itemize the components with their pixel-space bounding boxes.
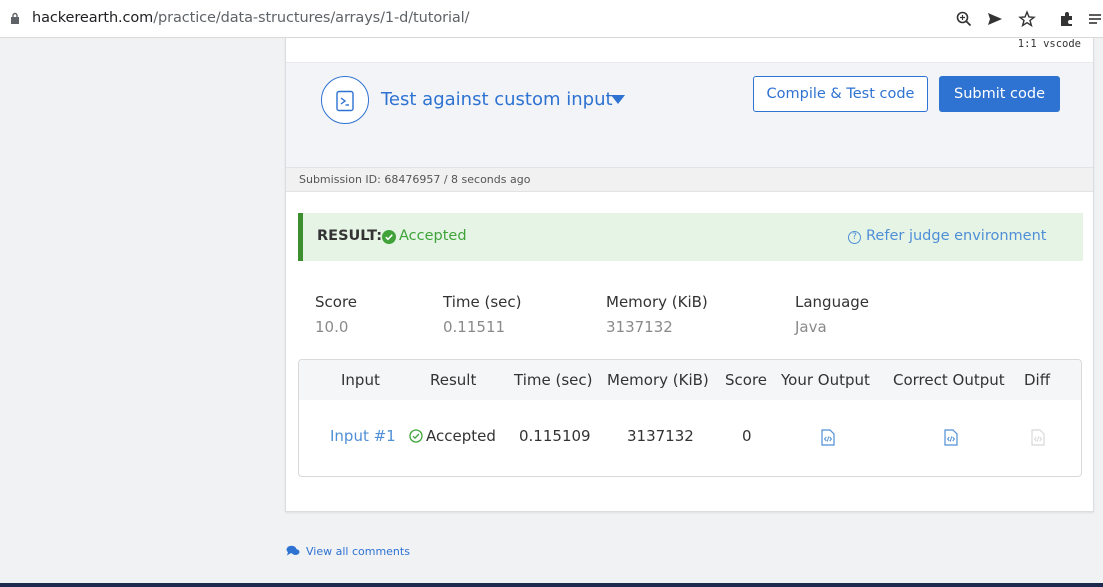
correct-output-file-icon[interactable] — [944, 429, 958, 446]
refer-judge-link[interactable]: ? Refer judge environment — [848, 228, 1046, 244]
summary-language: Language Java — [795, 293, 870, 336]
col-your-output: Your Output — [781, 371, 870, 389]
help-icon: ? — [848, 231, 861, 244]
col-memory: Memory (KiB) — [607, 371, 709, 389]
submission-info-bar: Submission ID: 68476957 / 8 seconds ago — [286, 167, 1093, 192]
result-label: RESULT: — [317, 228, 383, 244]
row-score: 0 — [742, 427, 752, 445]
extensions-icon[interactable] — [1058, 10, 1076, 28]
editor-status: 1:1 vscode — [1017, 38, 1081, 50]
zoom-icon[interactable] — [955, 10, 973, 28]
compile-test-button[interactable]: Compile & Test code — [753, 76, 928, 112]
input-link[interactable]: Input #1 — [330, 427, 396, 445]
custom-input-bar: Test against custom input Compile & Test… — [286, 62, 1093, 172]
row-time: 0.115109 — [519, 427, 591, 445]
bookmark-star-icon[interactable] — [1018, 10, 1036, 28]
comments-icon — [286, 545, 300, 556]
col-input: Input — [341, 371, 380, 389]
submission-info: Submission ID: 68476957 / 8 seconds ago — [299, 173, 531, 186]
row-result: Accepted — [426, 427, 496, 445]
diff-file-icon — [1031, 429, 1045, 446]
terminal-toggle[interactable] — [321, 76, 369, 124]
row-memory: 3137132 — [627, 427, 694, 445]
summary-memory: Memory (KiB) 3137132 — [606, 293, 708, 336]
url-field[interactable]: hackerearth.com/practice/data-structures… — [32, 10, 469, 26]
your-output-file-icon[interactable] — [821, 429, 835, 446]
col-result: Result — [430, 371, 477, 389]
result-banner: RESULT: Accepted ? Refer judge environmen… — [298, 213, 1083, 261]
submission-panel: 1:1 vscode Test against custom input Com… — [285, 38, 1094, 512]
col-correct-output: Correct Output — [893, 371, 1005, 389]
check-circle-icon — [382, 230, 396, 244]
check-circle-outline-icon — [409, 429, 423, 443]
summary-score: Score 10.0 — [315, 293, 358, 336]
menu-icon[interactable] — [1087, 10, 1103, 28]
terminal-icon — [336, 90, 354, 112]
col-diff: Diff — [1024, 371, 1051, 389]
col-time: Time (sec) — [514, 371, 593, 389]
share-icon[interactable] — [986, 10, 1004, 28]
col-score: Score — [725, 371, 768, 389]
browser-address-bar: hackerearth.com/practice/data-structures… — [0, 0, 1103, 38]
caret-down-icon[interactable] — [611, 95, 625, 104]
submit-button[interactable]: Submit code — [939, 76, 1060, 112]
results-table: Input Result Time (sec) Memory (KiB) Sco… — [298, 359, 1082, 477]
bottom-strip — [0, 583, 1103, 587]
summary-time: Time (sec) 0.11511 — [443, 293, 522, 336]
lock-icon — [11, 12, 19, 24]
custom-input-toggle[interactable]: Test against custom input — [381, 89, 613, 110]
view-comments-link[interactable]: View all comments — [286, 545, 410, 558]
result-status: Accepted — [399, 228, 467, 244]
table-header: Input Result Time (sec) Memory (KiB) Sco… — [299, 360, 1081, 400]
